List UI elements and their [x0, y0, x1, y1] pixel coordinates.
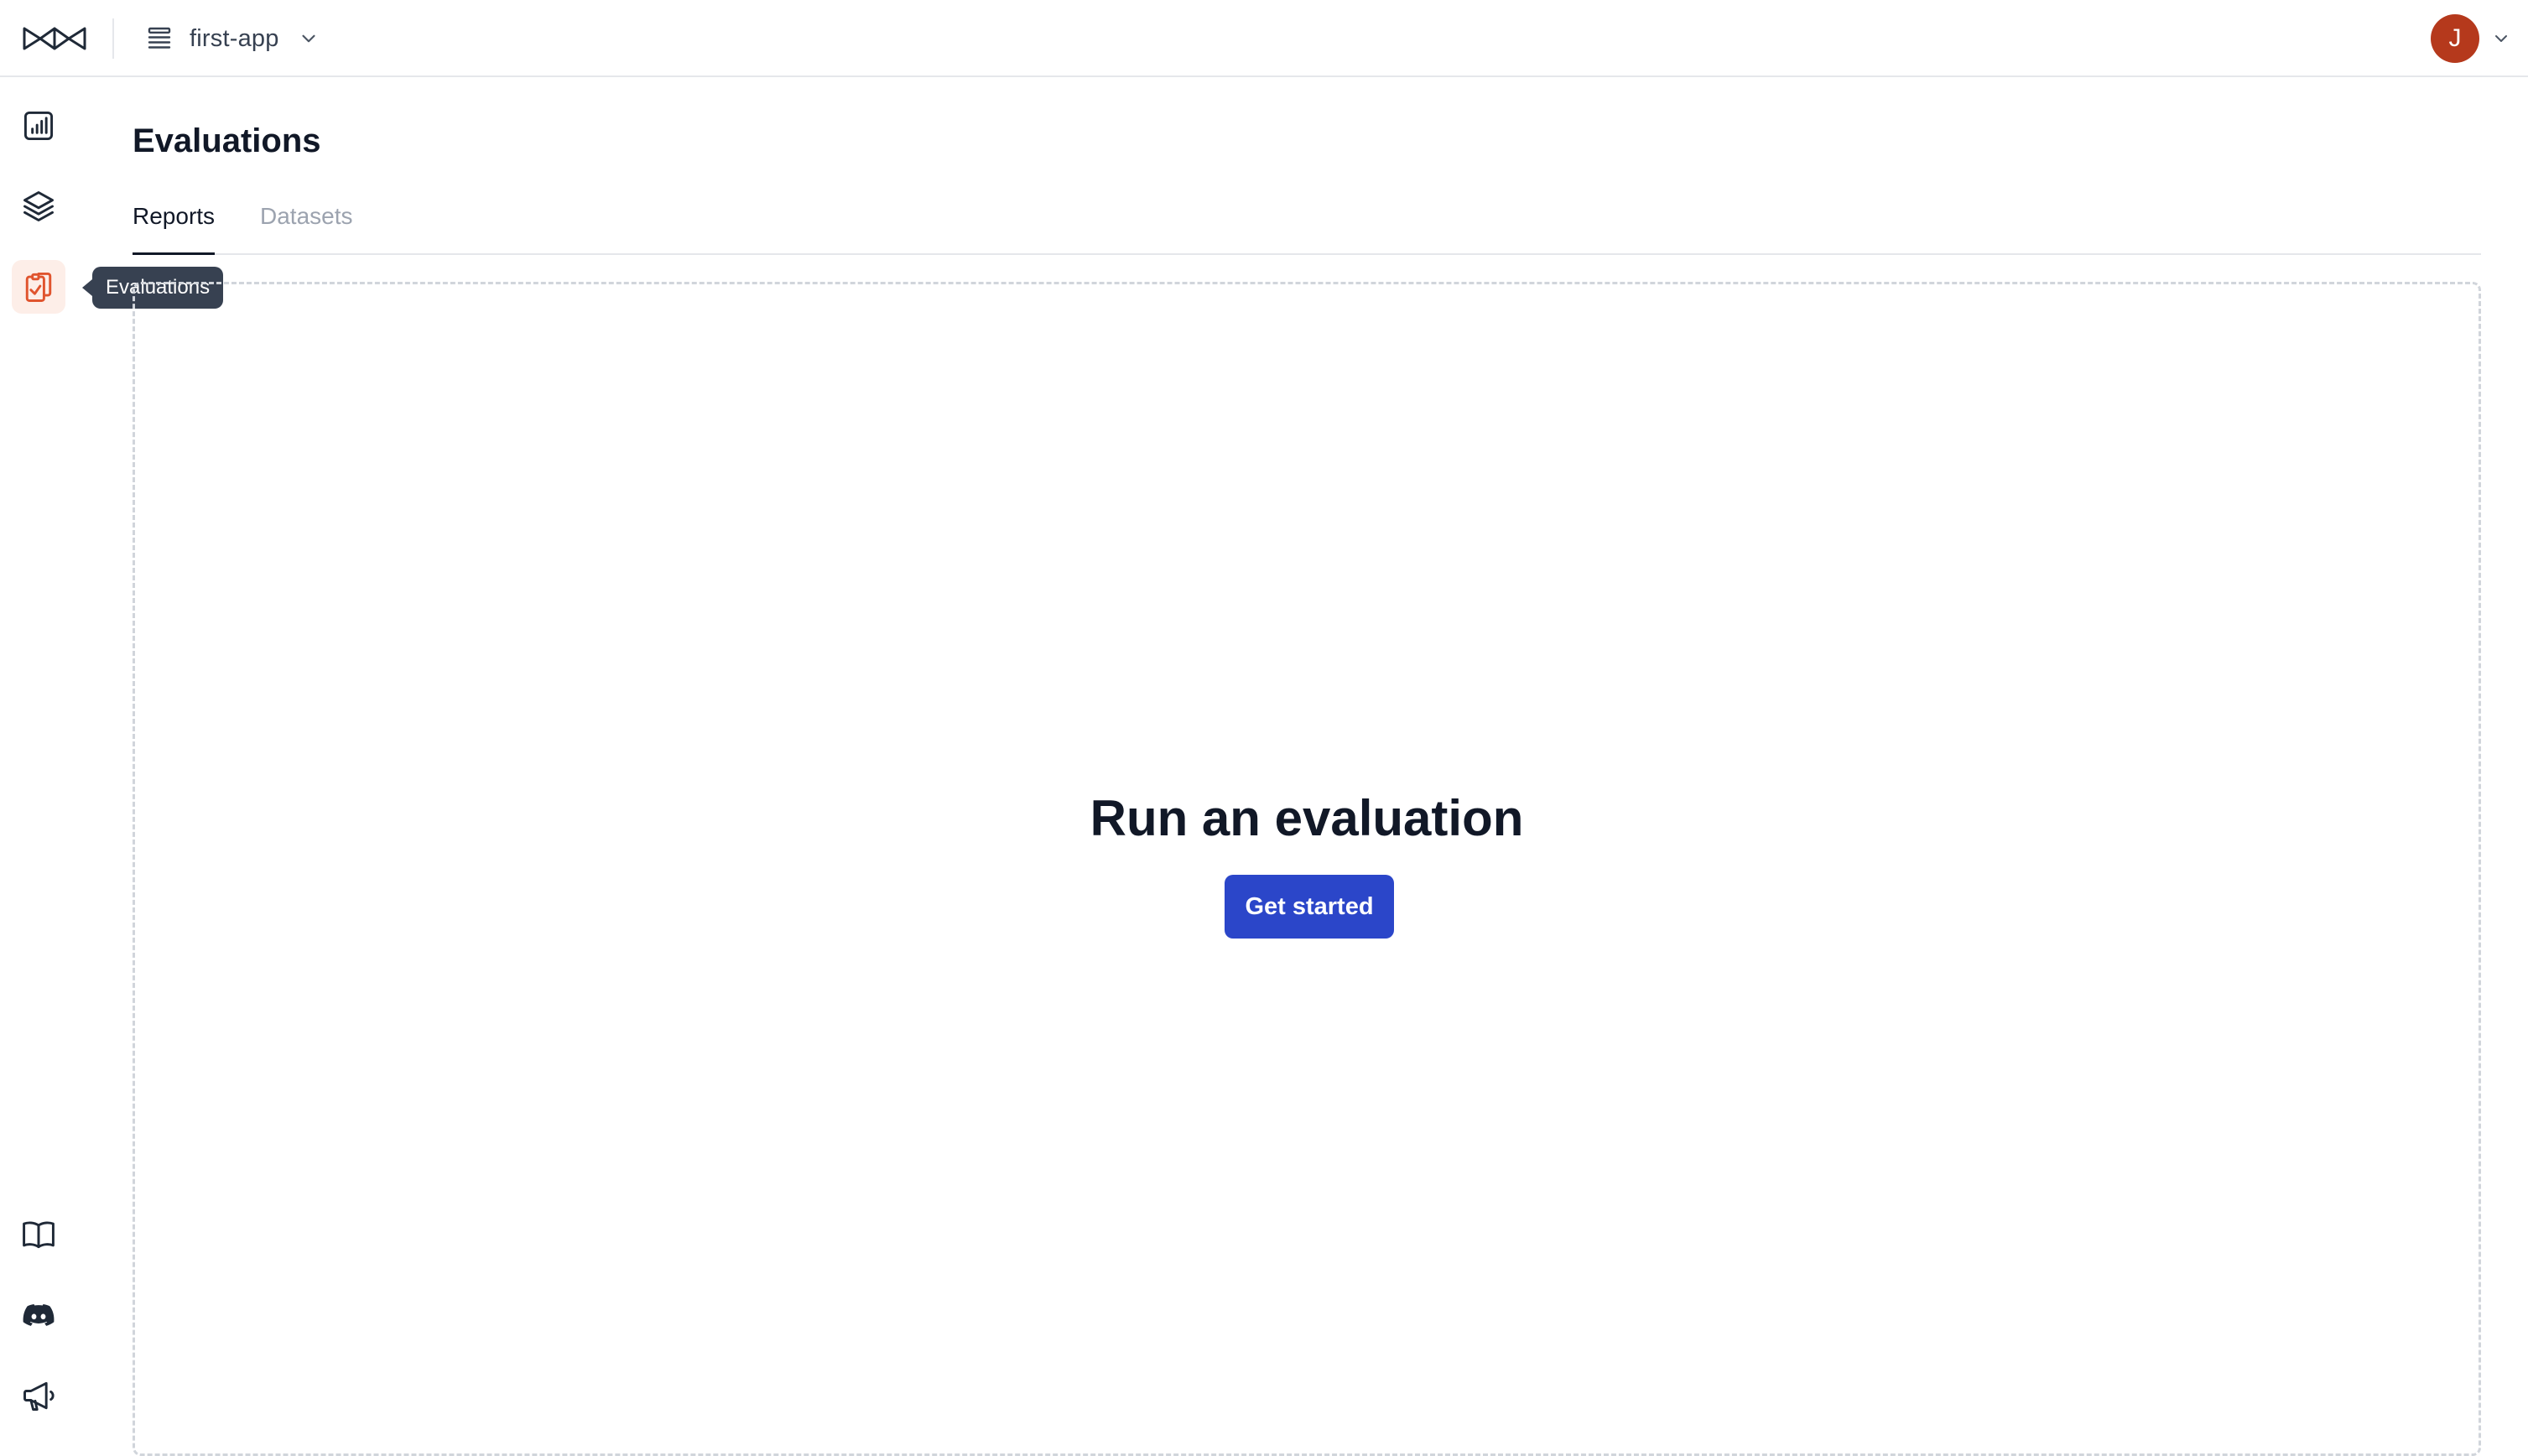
sidebar-item-layers[interactable]: [12, 179, 65, 233]
avatar-initial: J: [2448, 24, 2462, 52]
account-menu[interactable]: J: [2431, 13, 2511, 64]
project-switcher[interactable]: first-app: [144, 17, 320, 60]
project-name: first-app: [190, 24, 279, 52]
page-title: Evaluations: [133, 122, 321, 159]
header-divider: [112, 18, 114, 59]
get-started-button[interactable]: Get started: [1225, 875, 1394, 939]
sidebar-item-discord[interactable]: [12, 1288, 65, 1342]
tab-datasets[interactable]: Datasets: [260, 201, 353, 255]
tab-reports[interactable]: Reports: [133, 201, 216, 255]
stack-list-icon: [144, 23, 174, 54]
sidebar-item-analytics[interactable]: [12, 99, 65, 153]
brand-logo-icon[interactable]: [22, 22, 87, 55]
empty-state-title: Run an evaluation: [1090, 790, 1524, 846]
sidebar-item-announcements[interactable]: [12, 1369, 65, 1422]
book-open-icon: [20, 1216, 57, 1253]
empty-state-panel: Run an evaluation Get started: [133, 282, 2481, 1456]
avatar[interactable]: J: [2431, 14, 2479, 63]
chevron-down-icon: [294, 28, 320, 49]
megaphone-icon: [20, 1377, 57, 1414]
chevron-down-icon: [2491, 29, 2511, 49]
top-bar: first-app J: [0, 0, 2528, 77]
sidebar-item-docs[interactable]: [12, 1208, 65, 1261]
layers-icon: [20, 188, 57, 225]
discord-icon: [20, 1297, 57, 1334]
sidebar-item-evaluations[interactable]: [12, 260, 65, 314]
bar-chart-icon: [20, 107, 57, 144]
tab-bar: Reports Datasets: [133, 201, 2481, 255]
clipboard-check-icon: [20, 268, 57, 305]
